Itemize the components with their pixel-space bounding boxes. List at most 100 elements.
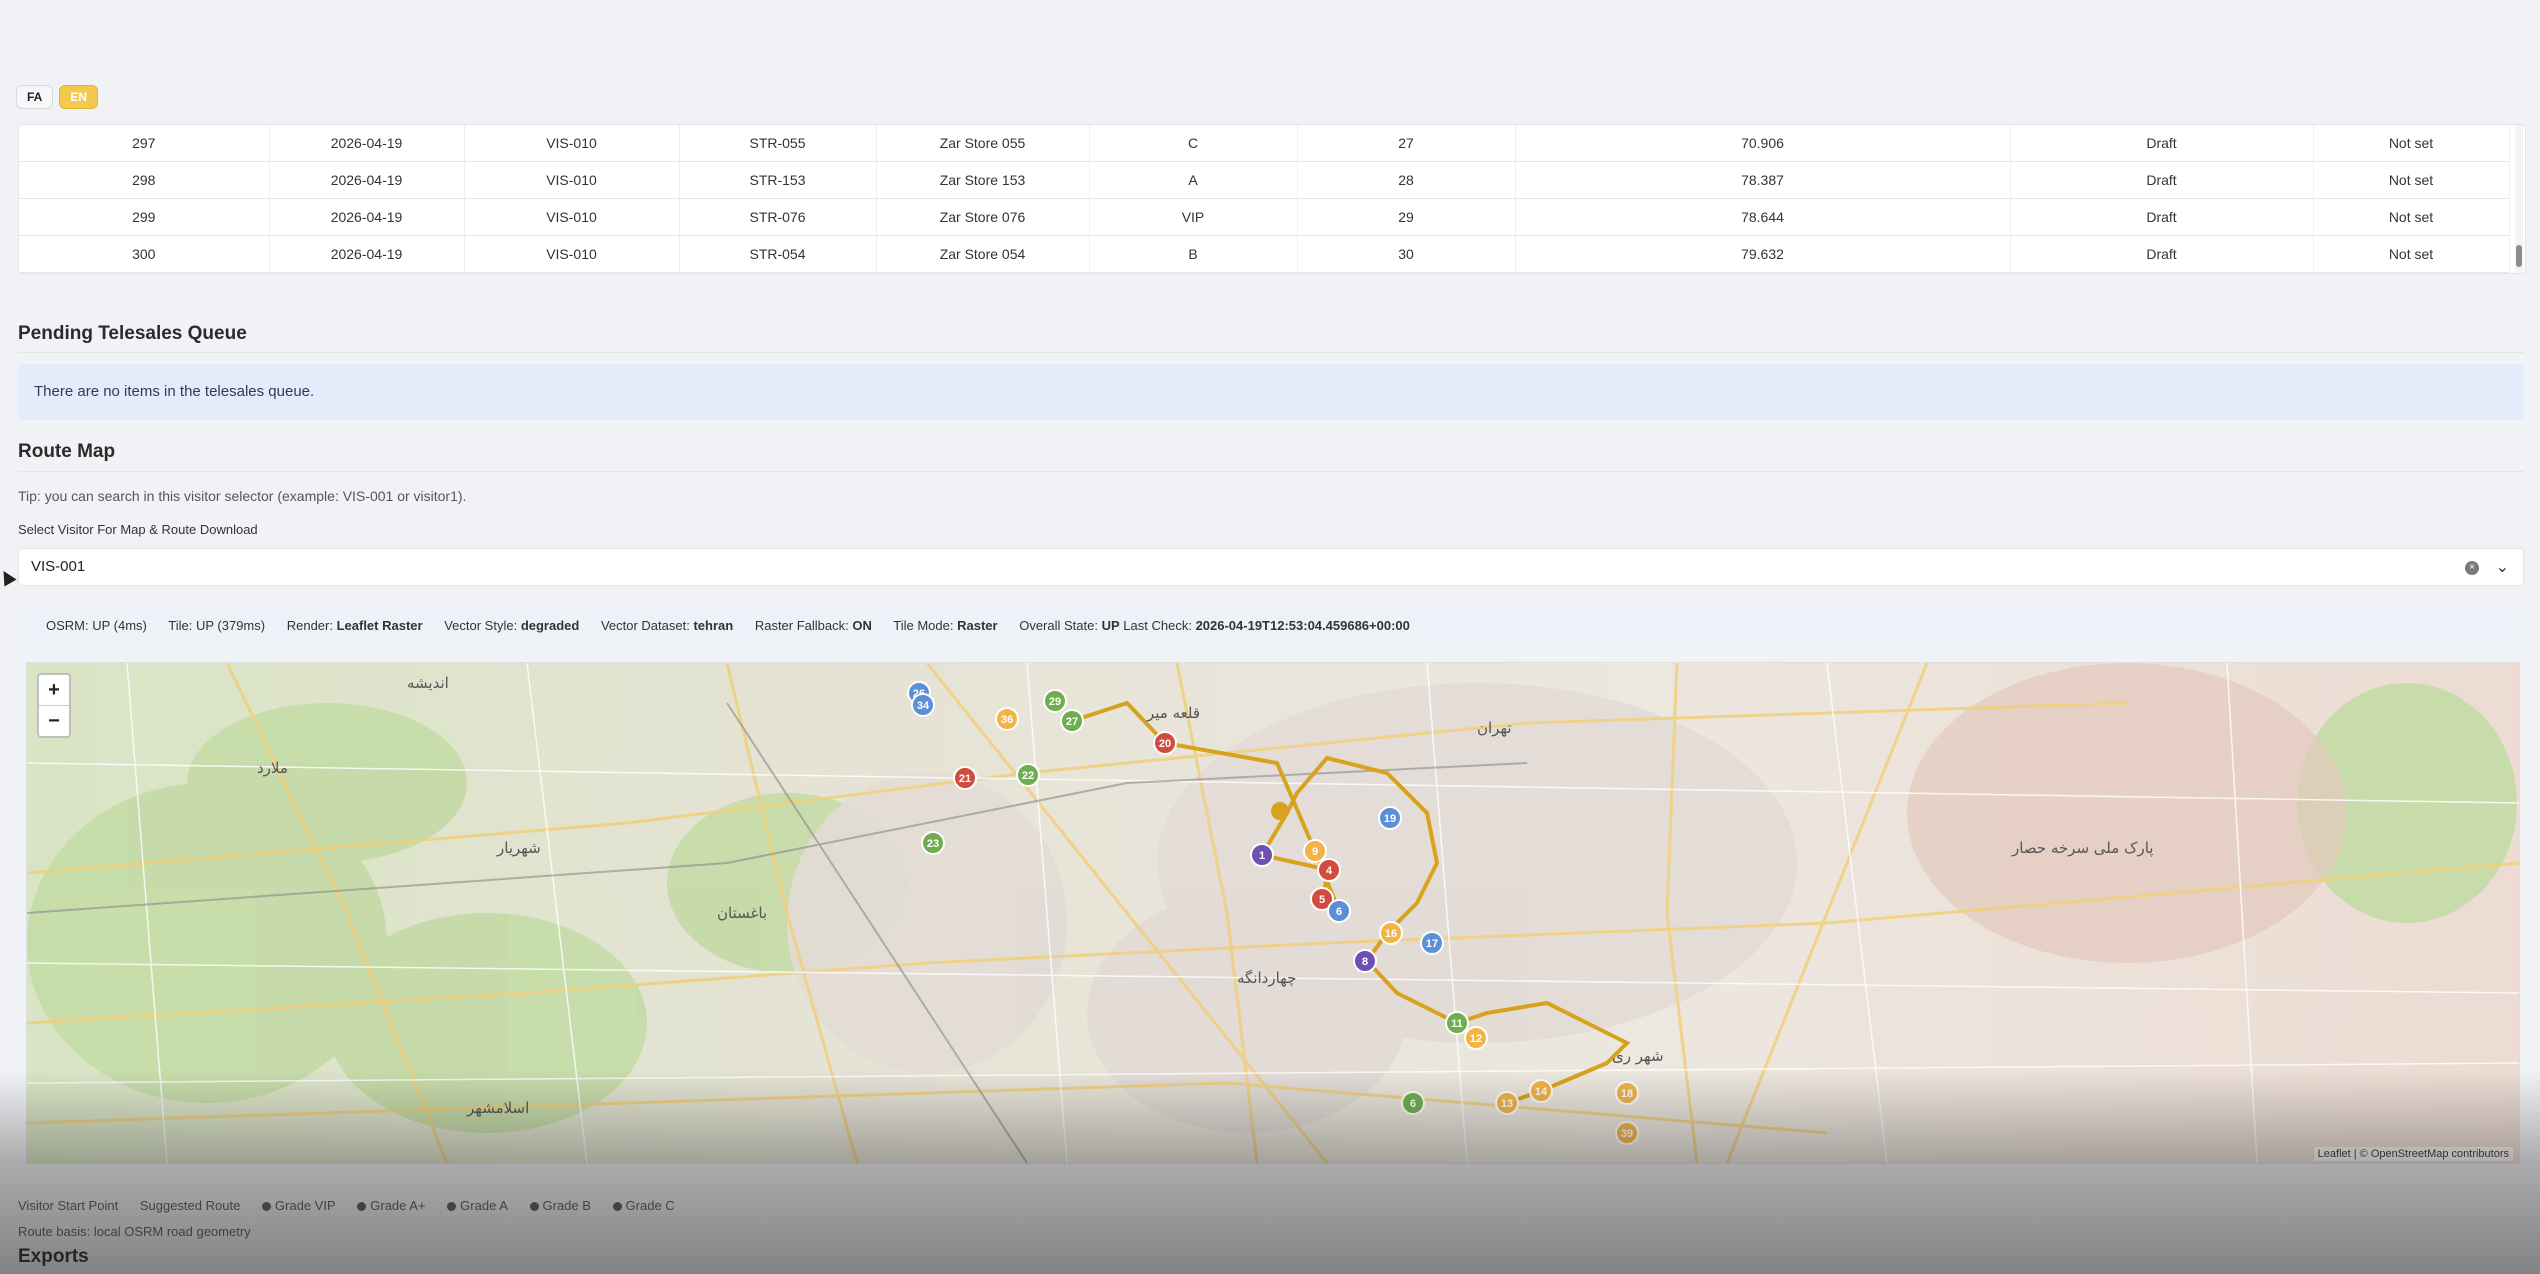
- clear-icon[interactable]: ×: [2465, 561, 2479, 575]
- tile-status: Tile: UP (379ms): [168, 618, 266, 633]
- legend-dot: [357, 1202, 367, 1212]
- visitor-select[interactable]: VIS-001 × ⌄: [18, 548, 2524, 586]
- legend-a: Grade A: [447, 1198, 508, 1213]
- route-marker[interactable]: 27: [1060, 709, 1084, 733]
- vector-dataset-status: Vector Dataset: tehran: [600, 618, 734, 633]
- route-marker[interactable]: 8: [1353, 949, 1377, 973]
- route-marker[interactable]: 23: [921, 831, 945, 855]
- route-marker-number: 22: [1022, 770, 1034, 782]
- map-place-label: شهریار: [496, 839, 541, 857]
- visit-plan-table: 297 2026-04-19 VIS-010 STR-055 Zar Store 055…: [18, 124, 2526, 274]
- table-cell: 78.387: [1515, 161, 2011, 199]
- route-marker[interactable]: 39: [1615, 1121, 1639, 1145]
- render-status: Render: Leaflet Raster: [286, 618, 423, 633]
- route-marker[interactable]: 6: [1327, 899, 1351, 923]
- table-scrollbar[interactable]: [2515, 125, 2523, 273]
- zoom-in-button[interactable]: +: [39, 675, 69, 706]
- language-switch: FA EN: [16, 85, 99, 109]
- legend-start: Visitor Start Point: [18, 1198, 119, 1213]
- table-row[interactable]: 299 2026-04-19 VIS-010 STR-076 Zar Store 076…: [19, 198, 2510, 236]
- legend-dot: [529, 1202, 539, 1212]
- map-place-label: اندیشه: [407, 674, 449, 692]
- selector-tip: Tip: you can search in this visitor sele…: [18, 488, 467, 504]
- route-marker-number: 27: [1066, 716, 1078, 728]
- table-cell: Not set: [2313, 235, 2510, 273]
- table-row[interactable]: 298 2026-04-19 VIS-010 STR-153 Zar Store 153…: [19, 161, 2510, 199]
- map-place-label: ملارد: [257, 759, 288, 777]
- route-marker[interactable]: 21: [953, 766, 977, 790]
- service-status-bar: OSRM: UP (4ms) Tile: UP (379ms) Render: …: [18, 604, 2524, 648]
- route-marker-number: 8: [1362, 956, 1368, 968]
- table-cell: Not set: [2313, 198, 2510, 236]
- route-marker[interactable]: 18: [1615, 1081, 1639, 1105]
- route-map-title: Route Map: [18, 441, 116, 462]
- table-cell: 79.632: [1515, 235, 2011, 273]
- chevron-down-icon[interactable]: ⌄: [2496, 557, 2509, 577]
- table-row[interactable]: 300 2026-04-19 VIS-010 STR-054 Zar Store 054…: [19, 235, 2510, 273]
- table-row[interactable]: 297 2026-04-19 VIS-010 STR-055 Zar Store 055…: [19, 125, 2510, 162]
- route-marker-number: 29: [1049, 696, 1061, 708]
- route-marker[interactable]: 12: [1464, 1026, 1488, 1050]
- lang-en-button[interactable]: EN: [59, 85, 99, 109]
- route-marker-number: 5: [1319, 894, 1325, 906]
- route-marker[interactable]: 29: [1043, 689, 1067, 713]
- overall-state-status: Overall State: UP Last Check: 2026-04-19…: [1019, 618, 1410, 633]
- route-marker[interactable]: 4: [1317, 858, 1341, 882]
- map-attribution[interactable]: Leaflet | © OpenStreetMap contributors: [2313, 1147, 2513, 1161]
- table-cell: Not set: [2313, 161, 2510, 199]
- visitor-start-point[interactable]: [1271, 802, 1289, 820]
- map-canvas[interactable]: تهران شهر ری شهریار اسلامشهر پارک ملی سرخه ح…: [27, 663, 2519, 1163]
- table-cell: 78.644: [1515, 198, 2011, 236]
- route-marker[interactable]: 14: [1529, 1079, 1553, 1103]
- legend-dot: [447, 1202, 457, 1212]
- table-cell: VIS-010: [464, 161, 680, 199]
- map-place-label: پارک ملی سرخه حصار: [2011, 839, 2153, 858]
- table-cell: STR-054: [679, 235, 877, 273]
- map-place-label: شهر ری: [1612, 1047, 1664, 1065]
- table-cell: Draft: [2010, 198, 2314, 236]
- route-marker-number: 23: [927, 838, 939, 850]
- table-cell: 30: [1297, 235, 1516, 273]
- route-marker-number: 1: [1259, 850, 1265, 862]
- route-marker[interactable]: 34: [911, 693, 935, 717]
- table-cell: 2026-04-19: [269, 198, 465, 236]
- table-cell: 27: [1297, 125, 1516, 162]
- route-marker[interactable]: 9: [1303, 839, 1327, 863]
- table-scroll-thumb[interactable]: [2516, 245, 2522, 267]
- table-cell: Draft: [2010, 235, 2314, 273]
- route-marker-number: 9: [1312, 846, 1318, 858]
- raster-fallback-status: Raster Fallback: ON: [754, 618, 872, 633]
- visitor-select-value[interactable]: VIS-001: [31, 558, 85, 575]
- table-cell: 28: [1297, 161, 1516, 199]
- route-marker[interactable]: 6: [1401, 1091, 1425, 1115]
- route-marker[interactable]: 11: [1445, 1011, 1469, 1035]
- route-marker-number: 6: [1336, 906, 1342, 918]
- route-marker-number: 13: [1501, 1098, 1513, 1110]
- route-marker[interactable]: 20: [1153, 731, 1177, 755]
- route-marker[interactable]: 36: [995, 707, 1019, 731]
- table-cell: VIS-010: [464, 198, 680, 236]
- table-cell: Zar Store 054: [876, 235, 1090, 273]
- route-marker[interactable]: 17: [1420, 931, 1444, 955]
- route-marker-number: 18: [1621, 1088, 1633, 1100]
- map-place-label: اسلامشهر: [466, 1099, 529, 1117]
- route-marker[interactable]: 22: [1016, 763, 1040, 787]
- tile-mode-status: Tile Mode: Raster: [893, 618, 998, 633]
- route-marker[interactable]: 13: [1495, 1091, 1519, 1115]
- table-cell: Not set: [2313, 125, 2510, 162]
- table-cell: 70.906: [1515, 125, 2011, 162]
- route-marker-number: 16: [1385, 928, 1397, 940]
- table-cell: 2026-04-19: [269, 161, 465, 199]
- route-marker[interactable]: 19: [1378, 806, 1402, 830]
- route-marker[interactable]: 16: [1379, 921, 1403, 945]
- table-cell: B: [1089, 235, 1298, 273]
- route-map[interactable]: تهران شهر ری شهریار اسلامشهر پارک ملی سرخه ح…: [26, 662, 2520, 1164]
- visitor-select-label: Select Visitor For Map & Route Download: [18, 522, 258, 537]
- mouse-cursor-icon: [0, 567, 17, 587]
- zoom-out-button[interactable]: −: [39, 706, 69, 736]
- table-cell: VIS-010: [464, 235, 680, 273]
- route-marker[interactable]: 1: [1250, 843, 1274, 867]
- table-cell: Draft: [2010, 125, 2314, 162]
- route-marker-number: 6: [1410, 1098, 1416, 1110]
- lang-fa-button[interactable]: FA: [16, 85, 54, 109]
